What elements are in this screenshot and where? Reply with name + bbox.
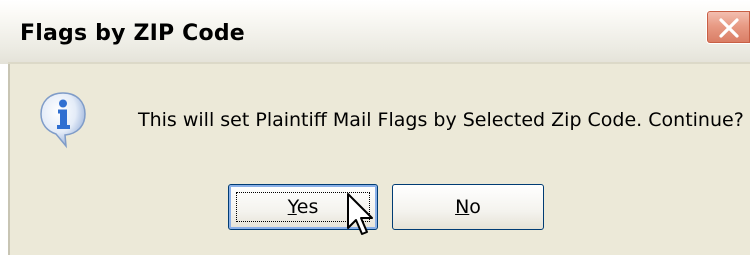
pointer-cursor-icon [346,192,376,242]
window-title: Flags by ZIP Code [20,21,245,46]
close-icon [719,18,739,38]
dialog-window: Flags by ZIP Code This will set Plaintif… [0,0,750,255]
info-icon [38,90,88,150]
no-mnemonic: N [455,196,470,218]
yes-label-rest: es [296,196,319,218]
yes-mnemonic: Y [287,196,297,218]
close-button[interactable] [706,10,750,44]
dialog-message: This will set Plaintiff Mail Flags by Se… [138,109,744,131]
dialog-body: This will set Plaintiff Mail Flags by Se… [8,64,750,255]
no-label-rest: o [469,196,481,218]
title-bar[interactable]: Flags by ZIP Code [0,0,750,64]
no-button[interactable]: No [392,184,544,230]
